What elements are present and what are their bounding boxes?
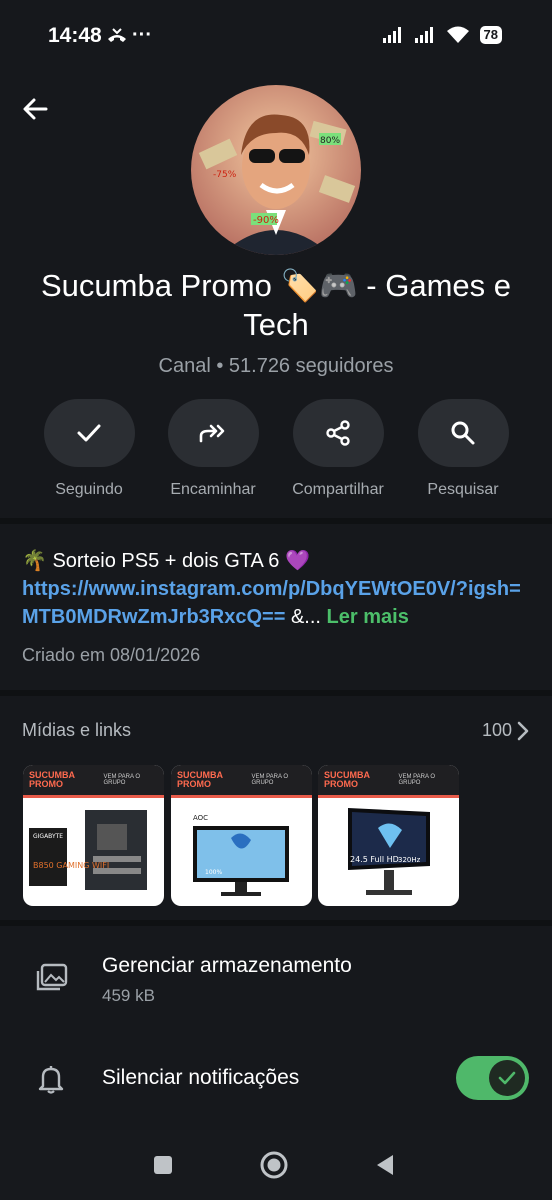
forward-icon: [199, 424, 225, 443]
following-button[interactable]: [43, 399, 135, 467]
thumb-badge: 100%: [205, 869, 222, 876]
back-nav-button[interactable]: [370, 1150, 400, 1180]
read-more-link[interactable]: Ler mais: [327, 606, 409, 628]
created-date: Criado em 08/01/2026: [22, 645, 201, 665]
description-text: 🌴 Sorteio PS5 + dois GTA 6 💜: [22, 550, 310, 572]
wifi-icon: [446, 26, 469, 43]
thumb-badge: GIGABYTE: [33, 833, 63, 840]
mute-notifications-toggle[interactable]: [456, 1056, 529, 1100]
mute-notifications-title: Silenciar notificações: [102, 1066, 300, 1089]
triangle-back-icon: [377, 1155, 393, 1175]
recent-apps-button[interactable]: [148, 1150, 178, 1180]
media-thumbnail[interactable]: SUCUMBA PROMO VEM PARA O GRUPO 24.5 Full …: [318, 765, 459, 906]
check-icon: [77, 424, 101, 442]
forward-label: Encaminhar: [170, 481, 256, 498]
status-time: 14:48: [48, 24, 102, 47]
action-forward[interactable]: Encaminhar: [158, 399, 268, 499]
thumb-caption: VEM PARA O GRUPO: [103, 774, 141, 786]
search-button[interactable]: [417, 399, 509, 467]
forward-button[interactable]: [167, 399, 259, 467]
thumb-caption: VEM PARA O GRUPO: [398, 774, 436, 786]
channel-avatar[interactable]: -90% 80% -75%: [191, 85, 361, 255]
media-links-title[interactable]: Mídias e links: [22, 720, 131, 741]
thumb-product: AOC: [193, 814, 208, 822]
share-button[interactable]: [292, 399, 384, 467]
signal-icon-2: [414, 27, 433, 43]
svg-text:-75%: -75%: [213, 170, 237, 180]
search-icon: [451, 421, 475, 445]
thumb-product: B850 GAMING WIFI: [33, 861, 109, 870]
status-icons: 78: [382, 26, 502, 44]
channel-description: 🌴 Sorteio PS5 + dois GTA 6 💜 https://www…: [22, 547, 532, 631]
media-count[interactable]: 100: [482, 720, 512, 741]
thumb-caption: VEM PARA O GRUPO: [251, 774, 289, 786]
square-icon: [154, 1156, 172, 1174]
thumb-badge: 320Hz: [398, 856, 421, 864]
manage-storage-title: Gerenciar armazenamento: [102, 954, 352, 977]
check-icon: [498, 1071, 516, 1085]
channel-title: Sucumba Promo 🏷️🎮 - Games e Tech: [40, 268, 511, 342]
divider: [0, 518, 552, 524]
svg-text:-90%: -90%: [253, 215, 279, 226]
signal-icon: [382, 27, 401, 43]
media-thumbnail[interactable]: SUCUMBA PROMO VEM PARA O GRUPO AOC 100%: [171, 765, 312, 906]
chevron-right-icon[interactable]: [516, 720, 530, 747]
missed-call-icon: [106, 27, 128, 50]
svg-text:80%: 80%: [320, 136, 340, 146]
following-label: Seguindo: [55, 481, 123, 498]
back-button[interactable]: [18, 92, 52, 126]
description-link[interactable]: https://www.instagram.com/p/DbqYEWtOE0V/…: [22, 578, 521, 628]
storage-size: 459 kB: [102, 986, 155, 1005]
bell-icon: [38, 1064, 64, 1099]
arrow-left-icon: [23, 98, 48, 120]
thumb-product: 24.5 Full HD: [350, 855, 399, 864]
action-following[interactable]: Seguindo: [34, 399, 144, 499]
description-suffix: &...: [285, 606, 321, 628]
share-label: Compartilhar: [292, 481, 384, 498]
home-button[interactable]: [259, 1150, 289, 1180]
divider: [0, 920, 552, 926]
channel-subtitle: Canal • 51.726 seguidores: [158, 355, 394, 377]
divider: [0, 690, 552, 696]
media-thumbnail[interactable]: SUCUMBA PROMO VEM PARA O GRUPO B850 GAMIN…: [23, 765, 164, 906]
thumb-brand: SUCUMBA PROMO: [29, 770, 75, 789]
action-search[interactable]: Pesquisar: [408, 399, 518, 499]
thumb-brand: SUCUMBA PROMO: [177, 770, 223, 789]
home-circle-icon: [260, 1151, 288, 1179]
thumb-brand: SUCUMBA PROMO: [324, 770, 370, 789]
gallery-icon: [36, 963, 68, 998]
action-share[interactable]: Compartilhar: [283, 399, 393, 499]
manage-storage-row[interactable]: [0, 940, 552, 1020]
search-label: Pesquisar: [427, 481, 499, 498]
battery-indicator: 78: [479, 26, 502, 44]
toggle-knob: [489, 1060, 525, 1096]
share-icon: [326, 420, 350, 446]
status-more-icon: ···: [132, 24, 152, 46]
